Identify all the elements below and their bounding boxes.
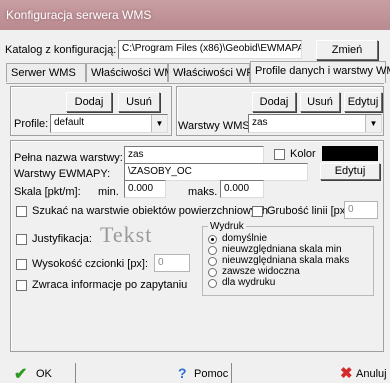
tab-label: Właściwości WFS bbox=[173, 67, 261, 79]
close-icon: ✖ bbox=[340, 365, 353, 382]
print-radio-default[interactable] bbox=[208, 235, 217, 244]
color-swatch[interactable] bbox=[322, 146, 378, 161]
font-height-checkbox[interactable] bbox=[16, 259, 27, 270]
remove-layer-button[interactable]: Usuń bbox=[300, 92, 340, 112]
scale-max-label: maks. bbox=[188, 186, 218, 198]
justify-checkbox[interactable] bbox=[16, 234, 27, 245]
print-option-label: dla wydruku bbox=[222, 277, 276, 288]
edit-ewmapy-label: Edytuj bbox=[334, 165, 366, 177]
line-thickness-field[interactable]: 0 bbox=[344, 201, 378, 219]
justify-label: Justyfikacja: bbox=[32, 233, 92, 245]
surface-search-label: Szukać na warstwie obiektów powierzchnio… bbox=[32, 205, 268, 217]
surface-search-checkbox[interactable] bbox=[16, 206, 27, 217]
tab-profile-danych[interactable]: Profile danych i warstwy WMS bbox=[250, 61, 390, 83]
add-profile-button[interactable]: Dodaj bbox=[66, 92, 112, 112]
catalog-label: Katalog z konfiguracją: bbox=[5, 44, 117, 56]
tab-wlasciwosci-wfs[interactable]: Właściwości WFS bbox=[168, 63, 260, 82]
print-radio-ignore-max[interactable] bbox=[208, 257, 217, 266]
tab-label: Serwer WMS bbox=[11, 67, 76, 79]
remove-layer-label: Usuń bbox=[307, 96, 333, 108]
ewmapy-field[interactable]: \ZASOBY_OC bbox=[124, 163, 308, 181]
print-option-label: nieuwzględniana skala maks bbox=[222, 255, 350, 266]
tab-label: Profile danych i warstwy WMS bbox=[255, 65, 390, 77]
return-info-checkbox[interactable] bbox=[16, 280, 27, 291]
scale-min-label: min. bbox=[98, 186, 119, 198]
print-radio-ignore-min[interactable] bbox=[208, 246, 217, 255]
question-icon: ? bbox=[178, 365, 187, 381]
font-height-label: Wysokość czcionki [px]: bbox=[32, 258, 149, 270]
ewmapy-label: Warstwy EWMAPY: bbox=[14, 168, 111, 180]
color-checkbox[interactable] bbox=[274, 149, 285, 160]
color-label: Kolor bbox=[290, 148, 316, 160]
edit-layer-label: Edytuj bbox=[347, 96, 379, 108]
line-thickness-checkbox[interactable] bbox=[252, 206, 263, 217]
print-group-title: Wydruk bbox=[208, 221, 246, 232]
scale-label: Skala [pkt/m]: bbox=[14, 186, 81, 198]
print-radio-always[interactable] bbox=[208, 268, 217, 277]
remove-profile-button[interactable]: Usuń bbox=[118, 92, 160, 112]
tab-divider bbox=[6, 83, 384, 84]
add-layer-label: Dodaj bbox=[259, 96, 289, 108]
catalog-path-field[interactable]: C:\Program Files (x86)\Geobid\EWMAPA\srv bbox=[118, 40, 302, 59]
profiles-label: Profile: bbox=[14, 118, 49, 130]
layer-select-value: zas bbox=[252, 117, 268, 128]
chevron-down-icon: ▼ bbox=[365, 115, 381, 132]
full-name-field[interactable]: zas bbox=[124, 146, 264, 164]
full-name-label: Pełna nazwa warstwy: bbox=[14, 152, 123, 164]
help-button[interactable]: ? Pomoc bbox=[170, 363, 232, 383]
window-title: Konfiguracja serwera WMS bbox=[6, 8, 152, 22]
tab-serwer-wms[interactable]: Serwer WMS bbox=[6, 63, 86, 82]
edit-ewmapy-button[interactable]: Edytuj bbox=[320, 163, 380, 180]
add-layer-button[interactable]: Dodaj bbox=[252, 92, 296, 112]
ok-button[interactable]: ✔ OK bbox=[4, 363, 76, 383]
cancel-label: Anuluj bbox=[356, 368, 387, 380]
print-radio-for-print[interactable] bbox=[208, 279, 217, 288]
layers-label: Warstwy WMS: bbox=[178, 120, 253, 132]
chevron-down-icon: ▼ bbox=[151, 115, 167, 132]
return-info-label: Zwraca informacje po zapytaniu bbox=[32, 279, 188, 291]
tab-wlasciwosci-wms[interactable]: Właściwości WMS bbox=[86, 63, 181, 82]
print-option-label: zawsze widoczna bbox=[222, 266, 300, 277]
ok-label: OK bbox=[36, 368, 52, 380]
edit-layer-button[interactable]: Edytuj bbox=[344, 92, 382, 112]
remove-profile-label: Usuń bbox=[126, 96, 152, 108]
scale-min-field[interactable]: 0.000 bbox=[124, 180, 166, 198]
justify-sample-text[interactable]: Tekst bbox=[100, 222, 152, 248]
change-catalog-button[interactable]: Zmień bbox=[316, 40, 378, 60]
cancel-button[interactable]: ✖ Anuluj bbox=[336, 363, 390, 383]
help-label: Pomoc bbox=[194, 368, 229, 380]
settings-window: Konfiguracja serwera WMS Katalog z konfi… bbox=[0, 0, 390, 383]
title-bar[interactable]: Konfiguracja serwera WMS bbox=[0, 0, 390, 30]
profile-select[interactable]: default ▼ bbox=[50, 114, 168, 133]
scale-max-field[interactable]: 0.000 bbox=[220, 180, 264, 198]
change-catalog-label: Zmień bbox=[331, 44, 363, 56]
profile-select-value: default bbox=[54, 117, 85, 128]
print-option-label: domyślnie bbox=[222, 233, 268, 244]
font-height-field[interactable]: 0 bbox=[154, 254, 190, 272]
print-option-label: nieuwzględniana skala min bbox=[222, 244, 342, 255]
layer-select[interactable]: zas ▼ bbox=[248, 114, 382, 133]
line-thickness-label: Grubość linii [px]: bbox=[267, 205, 352, 217]
check-icon: ✔ bbox=[14, 366, 28, 383]
add-profile-label: Dodaj bbox=[74, 96, 104, 108]
